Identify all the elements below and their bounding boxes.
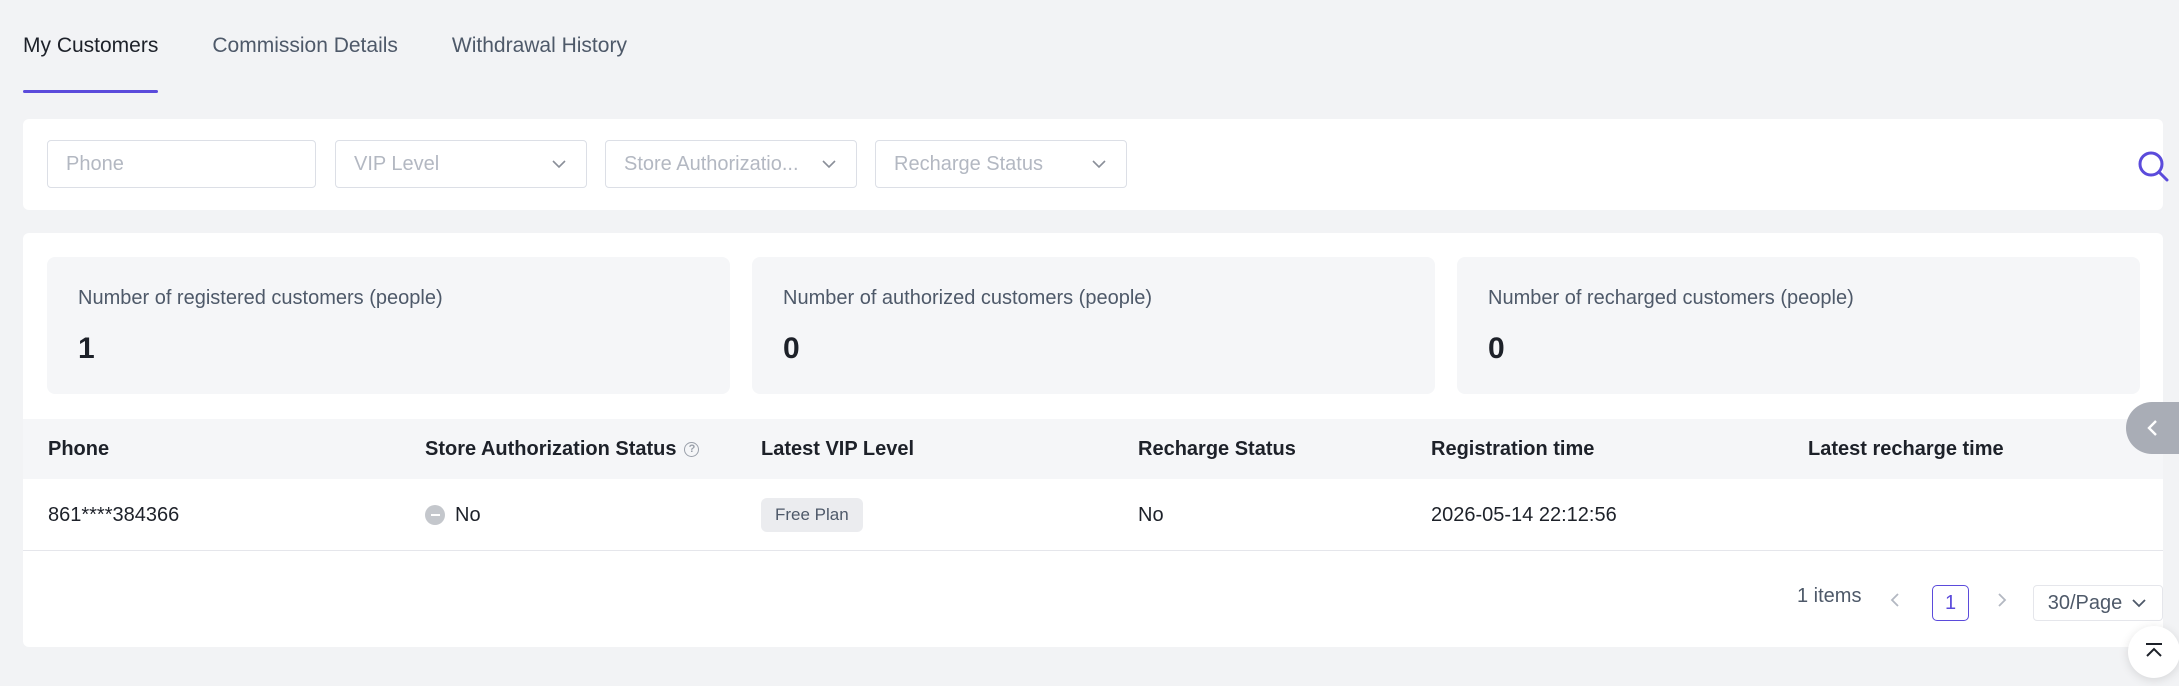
recharge-status-select-label: Recharge Status [894, 152, 1043, 175]
stat-card-authorized: Number of authorized customers (people) … [752, 257, 1435, 394]
phone-input[interactable] [66, 152, 297, 176]
chevron-down-icon [552, 160, 566, 169]
vip-level-select[interactable]: VIP Level [335, 140, 587, 188]
store-authorization-select-label: Store Authorizatio... [624, 152, 799, 175]
back-to-top-button[interactable] [2128, 626, 2179, 678]
vip-level-badge: Free Plan [761, 498, 863, 532]
stat-label: Number of registered customers (people) [78, 287, 443, 309]
customers-panel: Number of registered customers (people) … [23, 233, 2163, 647]
cell-phone: 861****384366 [48, 503, 180, 526]
column-header-store-authorization: Store Authorization Status ? [425, 419, 700, 479]
page-size-select[interactable]: 30/Page [2033, 585, 2163, 621]
stat-card-recharged: Number of recharged customers (people) 0 [1457, 257, 2140, 394]
cell-store-authorization-text: No [455, 503, 481, 526]
pagination-page-button[interactable]: 1 [1932, 585, 1969, 621]
status-dot-icon [425, 505, 445, 525]
help-icon[interactable]: ? [684, 441, 700, 457]
chevron-down-icon [822, 160, 836, 169]
column-header-registration-time: Registration time [1431, 437, 1595, 460]
stat-card-registered: Number of registered customers (people) … [47, 257, 730, 394]
column-header-recharge-status: Recharge Status [1138, 437, 1296, 460]
stat-value: 1 [78, 332, 95, 365]
chevron-left-icon [2147, 420, 2157, 436]
cell-recharge-status: No [1138, 503, 1164, 526]
filter-bar: VIP Level Store Authorizatio... Recharge… [23, 119, 2169, 210]
phone-field[interactable] [47, 140, 316, 188]
tab-withdrawal-history[interactable]: Withdrawal History [452, 0, 627, 95]
stat-label: Number of recharged customers (people) [1488, 287, 1854, 309]
back-to-top-icon [2146, 643, 2162, 657]
stat-value: 0 [783, 332, 800, 365]
page-size-label: 30/Page [2047, 591, 2123, 614]
page: My Customers Commission Details Withdraw… [0, 0, 2179, 686]
pagination-total: 1 items [1797, 585, 1862, 607]
tab-bar: My Customers Commission Details Withdraw… [23, 0, 627, 95]
table-row: 861****384366 No Free Plan No 2026-05-14… [23, 479, 2163, 551]
recharge-status-select[interactable]: Recharge Status [875, 140, 1127, 188]
chevron-left-icon[interactable] [1885, 590, 1905, 610]
chevron-down-icon [2132, 599, 2146, 608]
column-header-label: Store Authorization Status [425, 437, 677, 460]
stat-label: Number of authorized customers (people) [783, 287, 1153, 309]
tab-commission-details[interactable]: Commission Details [212, 0, 398, 95]
chevron-right-icon[interactable] [1992, 590, 2012, 610]
column-header-vip-level: Latest VIP Level [761, 437, 915, 460]
cell-registration-time: 2026-05-14 22:12:56 [1431, 503, 1617, 526]
store-authorization-select[interactable]: Store Authorizatio... [605, 140, 857, 188]
tab-my-customers[interactable]: My Customers [23, 0, 159, 95]
cell-vip-level: Free Plan [761, 479, 863, 551]
column-header-phone: Phone [48, 437, 110, 460]
vip-level-select-label: VIP Level [354, 152, 440, 175]
table-header: Phone Store Authorization Status ? Lates… [23, 419, 2163, 479]
side-panel-toggle-button[interactable] [2126, 402, 2179, 454]
search-icon[interactable] [2135, 148, 2171, 184]
stat-value: 0 [1488, 332, 1505, 365]
column-header-latest-recharge-time: Latest recharge time [1808, 437, 2004, 460]
chevron-down-icon [1092, 160, 1106, 169]
cell-store-authorization: No [425, 479, 481, 551]
